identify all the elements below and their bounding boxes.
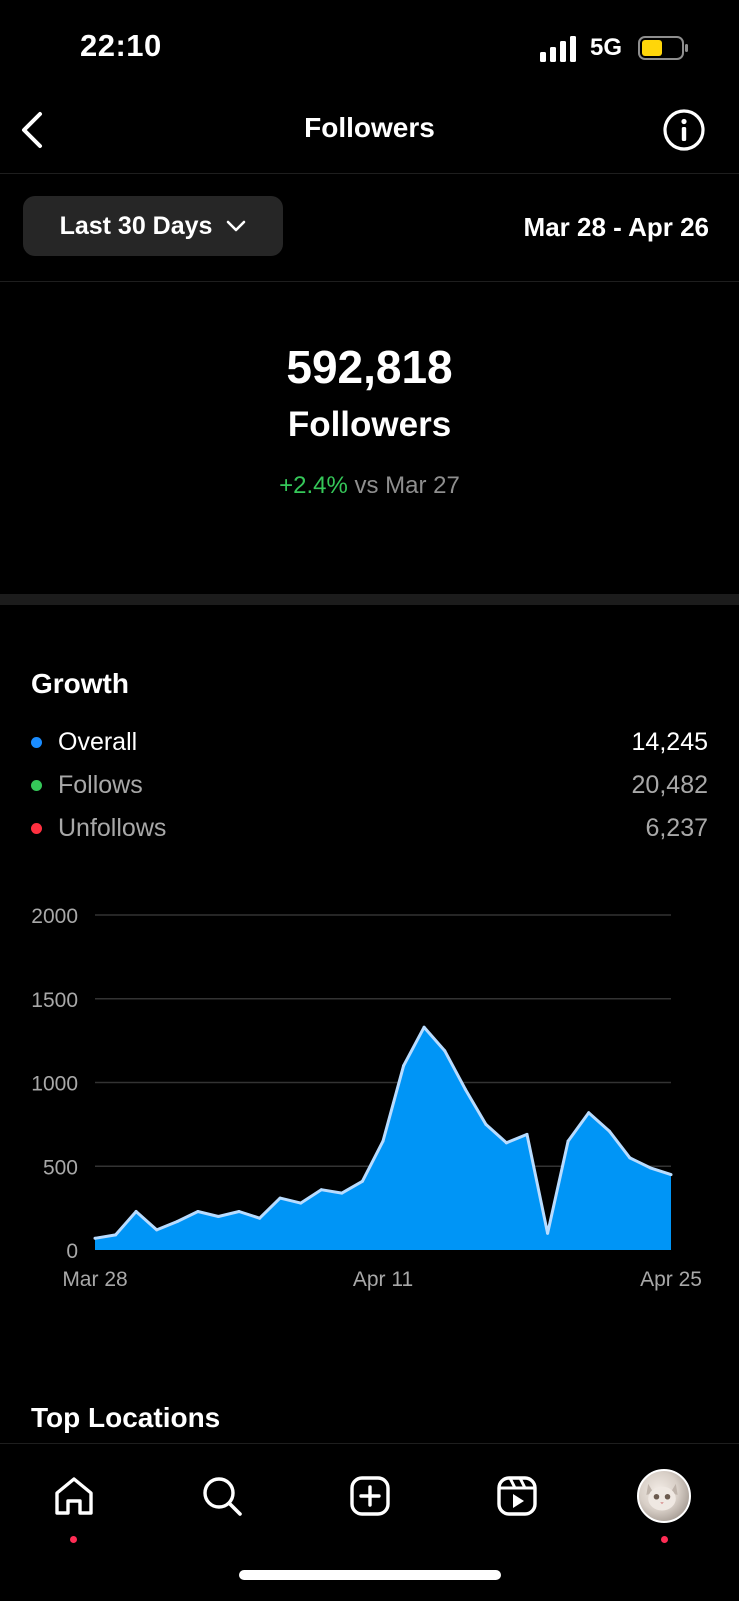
- profile-notification-dot: [661, 1536, 668, 1543]
- growth-chart: 0 500 1000 1500 2000 Mar 28 Apr 11 Apr 25: [31, 905, 702, 1291]
- follower-change: +2.4% vs Mar 27: [0, 472, 739, 500]
- y-tick-label: 500: [43, 1156, 78, 1179]
- cat-avatar-image: [646, 1483, 678, 1511]
- overall-point: [175, 1220, 179, 1223]
- overall-point: [237, 1210, 241, 1213]
- legend-value: 6,237: [645, 813, 708, 842]
- overall-point: [484, 1122, 488, 1126]
- overall-point: [525, 1132, 529, 1136]
- overall-point: [93, 1236, 97, 1240]
- growth-title: Growth: [31, 668, 129, 699]
- status-time: 22:10: [80, 28, 162, 63]
- battery-icon: [638, 36, 688, 60]
- overall-point: [114, 1233, 118, 1237]
- legend-name: Unfollows: [58, 813, 167, 842]
- info-icon[interactable]: [662, 108, 706, 152]
- overall-point: [648, 1166, 652, 1170]
- reels-icon: [497, 1476, 537, 1516]
- overall-point: [402, 1064, 406, 1068]
- legend-overall: Overall 14,245: [31, 726, 708, 758]
- overall-point: [546, 1231, 550, 1235]
- section-divider: [0, 594, 739, 605]
- x-tick-label: Mar 28: [62, 1268, 127, 1291]
- tab-home[interactable]: [44, 1466, 104, 1526]
- change-compare-text: vs Mar 27: [347, 472, 460, 499]
- legend-unfollows: Unfollows 6,237: [31, 812, 708, 844]
- x-tick-label: Apr 11: [353, 1268, 413, 1291]
- legend-name: Follows: [58, 770, 143, 799]
- overall-point: [607, 1129, 611, 1133]
- overall-point: [566, 1139, 570, 1143]
- legend-follows: Follows 20,482: [31, 769, 708, 801]
- follower-count-label: Followers: [287, 405, 452, 444]
- legend-dot-follows: [31, 779, 42, 791]
- legend-name: Overall: [58, 727, 138, 756]
- overall-point: [443, 1049, 447, 1053]
- date-range-text: Mar 28 - Apr 26: [523, 212, 709, 242]
- chevron-down-icon: [227, 220, 246, 232]
- home-notification-dot: [70, 1536, 77, 1543]
- overall-point: [422, 1025, 426, 1029]
- y-tick-label: 1500: [31, 989, 78, 1012]
- overall-point: [669, 1173, 673, 1177]
- overall-point: [360, 1179, 364, 1183]
- overall-point: [504, 1141, 508, 1145]
- legend-value: 14,245: [631, 727, 708, 756]
- overall-point: [381, 1139, 385, 1143]
- overall-point: [340, 1191, 344, 1195]
- date-range-dropdown[interactable]: Last 30 Days: [23, 196, 283, 256]
- tab-create[interactable]: [340, 1466, 400, 1526]
- page-title: Followers: [304, 112, 435, 143]
- overall-point: [463, 1087, 467, 1091]
- overall-point: [258, 1216, 262, 1220]
- tab-reels[interactable]: [487, 1466, 547, 1526]
- y-tick-label: 0: [66, 1240, 78, 1263]
- x-tick-label: Apr 25: [640, 1268, 702, 1291]
- overall-point: [587, 1111, 591, 1115]
- overall-point: [278, 1196, 282, 1200]
- home-icon: [55, 1477, 93, 1515]
- y-tick-label: 1000: [31, 1073, 78, 1096]
- overall-point: [134, 1210, 138, 1213]
- avatar: [637, 1469, 691, 1523]
- signal-icon: [540, 36, 576, 62]
- search-icon: [203, 1477, 242, 1516]
- overall-point: [628, 1156, 632, 1160]
- header-divider: [0, 173, 739, 174]
- legend-value: 20,482: [631, 770, 708, 799]
- tab-profile[interactable]: [634, 1466, 694, 1526]
- overall-point: [216, 1215, 220, 1218]
- filter-divider: [0, 281, 739, 282]
- tab-search[interactable]: [192, 1466, 252, 1526]
- network-type: 5G: [590, 34, 623, 61]
- change-percent: +2.4%: [279, 472, 348, 499]
- home-indicator: [239, 1570, 501, 1580]
- legend-dot-overall: [31, 736, 42, 748]
- overall-point: [196, 1210, 200, 1213]
- legend-dot-unfollows: [31, 822, 42, 834]
- date-range-dropdown-label: Last 30 Days: [59, 211, 213, 240]
- overall-point: [319, 1188, 323, 1192]
- top-locations-title: Top Locations: [31, 1402, 221, 1433]
- y-tick-label: 2000: [31, 905, 78, 928]
- create-post-icon: [350, 1476, 390, 1516]
- overall-point: [299, 1201, 303, 1205]
- overall-point: [155, 1228, 159, 1232]
- follower-count: 592,818: [286, 341, 453, 393]
